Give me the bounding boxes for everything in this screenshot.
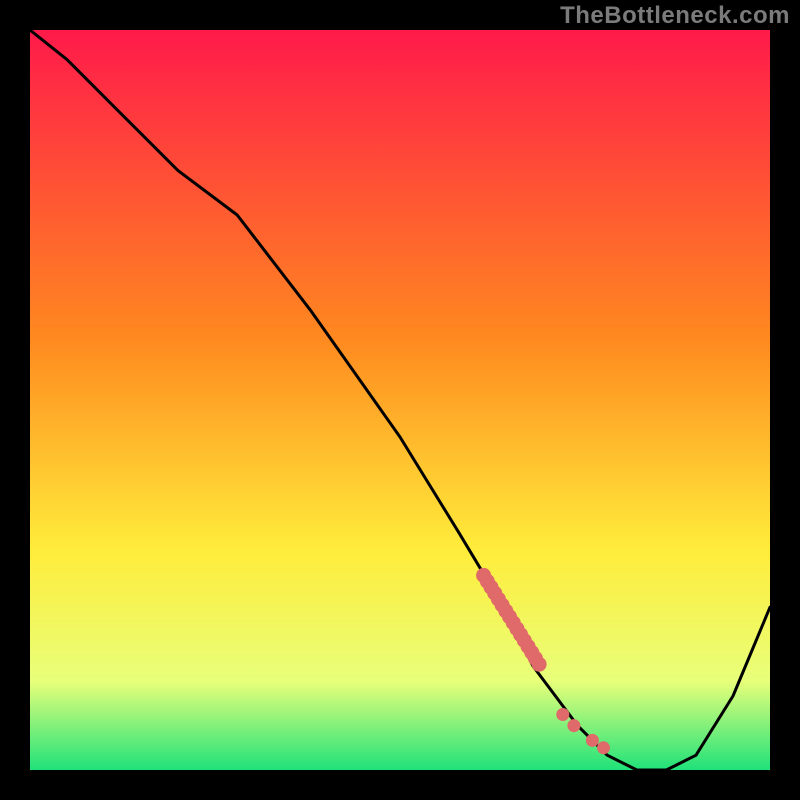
chart-svg [0, 0, 800, 800]
highlight-dot [597, 741, 610, 754]
chart-frame: { "watermark": "TheBottleneck.com", "col… [0, 0, 800, 800]
highlight-dot [567, 719, 580, 732]
highlight-dot [556, 708, 569, 721]
highlight-dot [586, 734, 599, 747]
plot-area [30, 30, 770, 770]
watermark-text: TheBottleneck.com [560, 2, 790, 30]
highlight-dot [532, 657, 547, 672]
